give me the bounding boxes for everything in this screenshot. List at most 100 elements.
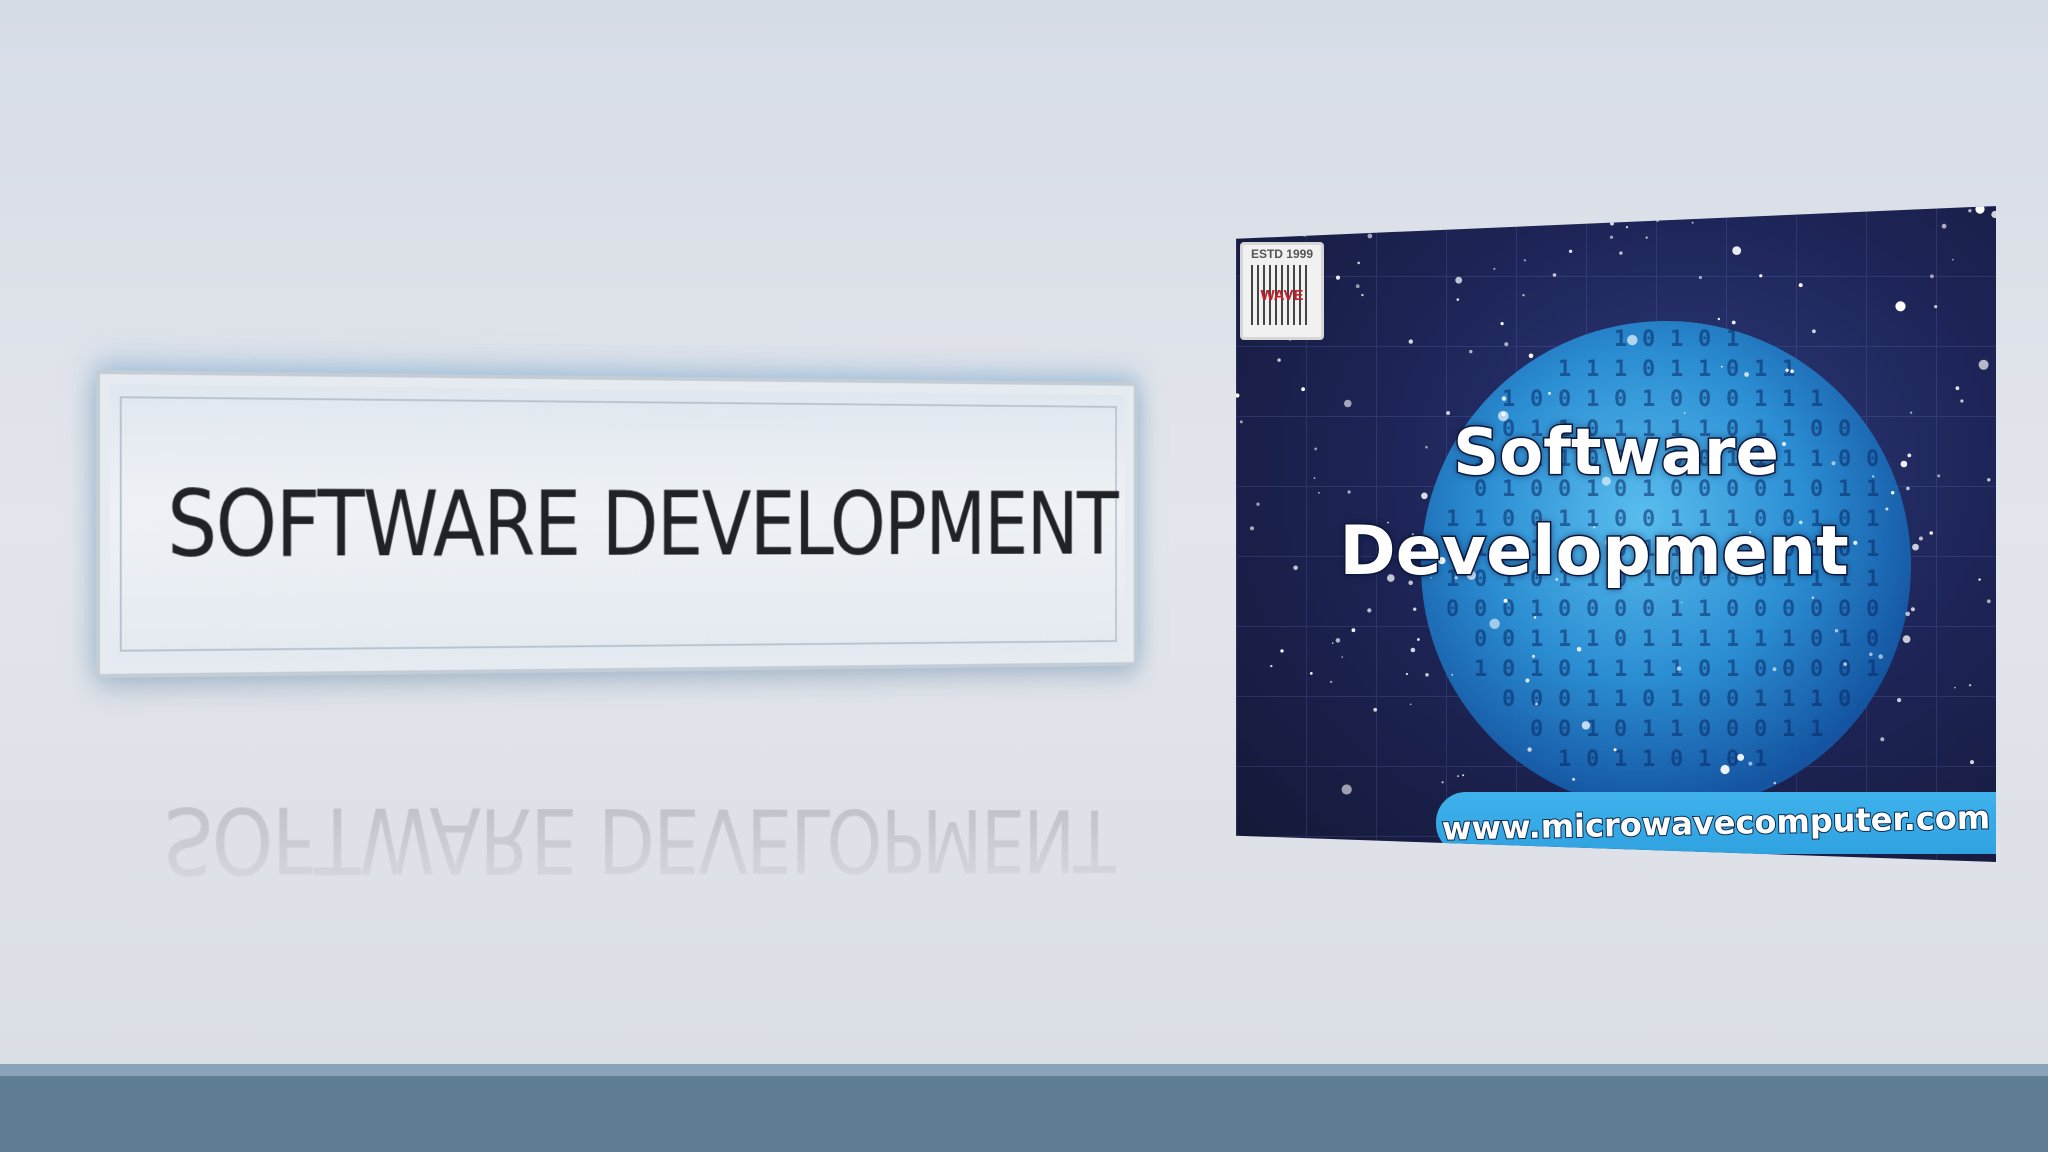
star-dot (1773, 667, 1777, 671)
binary-digit: 1 (1642, 747, 1655, 772)
footer-accent-line (0, 1064, 2048, 1076)
star-dot (1903, 635, 1911, 643)
binary-digit: 1 (1586, 387, 1599, 412)
star-dot (1812, 597, 1814, 599)
star-dot (1330, 681, 1332, 683)
binary-digit: 1 (1754, 747, 1767, 772)
binary-digit: 0 (1530, 717, 1543, 742)
star-dot (1462, 774, 1464, 776)
star-dot (1504, 599, 1508, 603)
binary-digit: 0 (1586, 597, 1599, 622)
binary-digit: 0 (1642, 687, 1655, 712)
binary-digit: 0 (1614, 627, 1627, 652)
binary-digit: 0 (1698, 687, 1711, 712)
binary-digit: 0 (1558, 687, 1571, 712)
company-logo: ESTD 1999 WAVE (1240, 242, 1324, 340)
star-dot (1457, 298, 1460, 301)
binary-digit: 1 (1670, 687, 1683, 712)
title-reflection: SOFTWARE DEVELOPMENT (96, 690, 1130, 990)
binary-digit: 1 (1558, 747, 1571, 772)
star-dot (1721, 366, 1723, 368)
binary-digit: 1 (1810, 687, 1823, 712)
binary-digit: 0 (1810, 657, 1823, 682)
star-dot (1532, 655, 1535, 658)
binary-digit: 0 (1726, 717, 1739, 742)
star-dot (1361, 294, 1363, 296)
star-dot (1934, 305, 1937, 308)
star-dot (1502, 396, 1507, 401)
slide-title-reflection: SOFTWARE DEVELOPMENT (163, 787, 1073, 893)
star-dot (1692, 222, 1694, 224)
star-dot (1493, 268, 1495, 270)
binary-digit: 1 (1670, 627, 1683, 652)
binary-digit: 0 (1726, 597, 1739, 622)
binary-digit: 1 (1810, 717, 1823, 742)
star-dot (1553, 273, 1557, 277)
star-dot (1987, 599, 1991, 603)
star-dot (1774, 782, 1777, 785)
poster-heading-line1: Software (1236, 416, 1996, 490)
software-development-poster: 1010111101101110010100011101101111011001… (1236, 206, 1996, 862)
star-dot (1336, 276, 1340, 280)
binary-digit: 1 (1754, 387, 1767, 412)
star-dot (1759, 274, 1762, 277)
star-dot (1790, 370, 1794, 374)
star-dot (1301, 387, 1305, 391)
binary-digit: 0 (1558, 387, 1571, 412)
star-dot (1577, 647, 1582, 652)
binary-digit: 1 (1670, 327, 1683, 352)
star-dot (1910, 412, 1912, 414)
star-dot (1786, 369, 1789, 372)
binary-digit: 1 (1558, 627, 1571, 652)
star-dot (1360, 206, 1362, 207)
star-dot (1529, 354, 1534, 359)
binary-digit: 1 (1642, 627, 1655, 652)
binary-digit: 1 (1530, 657, 1543, 682)
binary-digit: 1 (1670, 657, 1683, 682)
star-dot (1451, 674, 1453, 676)
binary-digit: 0 (1502, 687, 1515, 712)
binary-digit: 1 (1586, 657, 1599, 682)
star-dot (1410, 703, 1412, 705)
binary-digit: 1 (1558, 357, 1571, 382)
star-dot (1970, 760, 1974, 764)
binary-digit: 0 (1586, 747, 1599, 772)
star-dot (1930, 274, 1934, 278)
star-dot (1684, 412, 1686, 414)
binary-digit: 0 (1754, 597, 1767, 622)
star-dot (1368, 234, 1373, 239)
star-dot (1569, 250, 1572, 253)
slide: SOFTWARE DEVELOPMENT SOFTWARE DEVELOPMEN… (0, 0, 2048, 1152)
star-dot (1342, 784, 1352, 794)
binary-digit: 0 (1502, 627, 1515, 652)
star-dot (1330, 214, 1332, 216)
binary-digit: 1 (1726, 657, 1739, 682)
binary-digit: 1 (1474, 657, 1487, 682)
star-dot (1748, 762, 1752, 766)
star-dot (1277, 358, 1280, 361)
binary-digit: 0 (1474, 627, 1487, 652)
binary-digit: 1 (1530, 597, 1543, 622)
star-dot (1469, 350, 1472, 353)
star-dot (1425, 673, 1429, 677)
binary-digit: 1 (1726, 327, 1739, 352)
star-dot (1897, 698, 1901, 702)
binary-digit: 1 (1698, 597, 1711, 622)
poster-heading-line2: Development (1236, 512, 1974, 591)
binary-digit: 0 (1726, 687, 1739, 712)
star-dot (1732, 246, 1741, 255)
star-dot (1524, 259, 1526, 261)
binary-digit: 1 (1670, 357, 1683, 382)
star-dot (1457, 775, 1459, 777)
binary-digit: 1 (1754, 627, 1767, 652)
binary-digit: 1 (1614, 327, 1627, 352)
star-dot (1744, 372, 1749, 377)
star-dot (1446, 411, 1450, 415)
star-dot (1720, 765, 1729, 774)
star-dot (1732, 321, 1736, 325)
star-dot (1256, 503, 1259, 506)
star-dot (1409, 339, 1413, 343)
star-dot (1730, 207, 1737, 214)
star-dot (1421, 493, 1428, 500)
star-dot (1522, 294, 1524, 296)
